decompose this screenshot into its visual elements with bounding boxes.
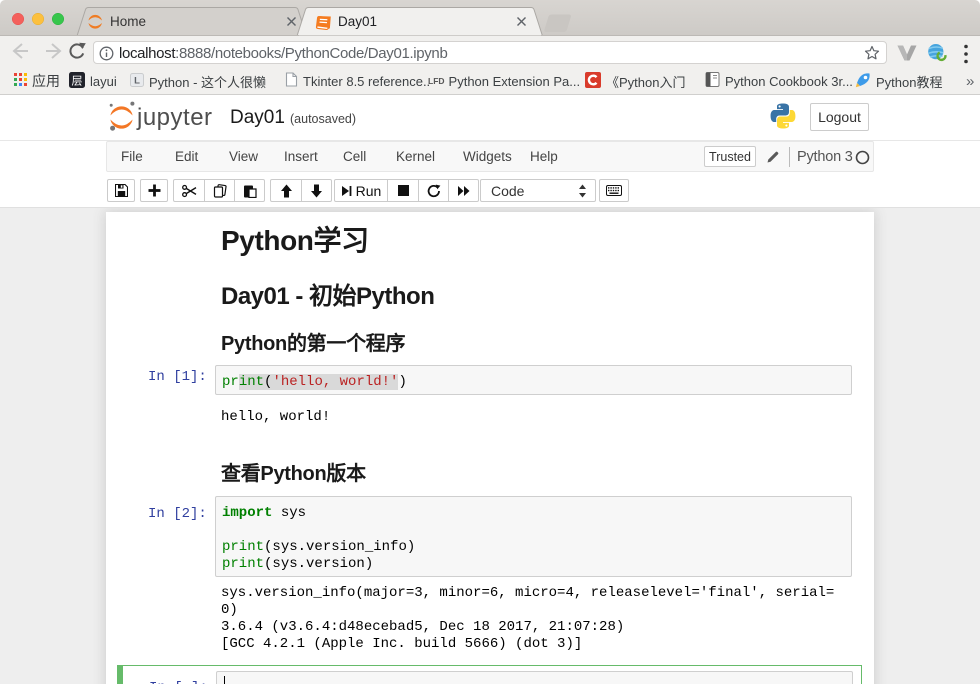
- svg-text:L: L: [134, 75, 140, 86]
- svg-text:层: 层: [72, 74, 83, 87]
- svg-text:Day01: Day01: [338, 14, 377, 29]
- svg-text:Home: Home: [110, 14, 146, 29]
